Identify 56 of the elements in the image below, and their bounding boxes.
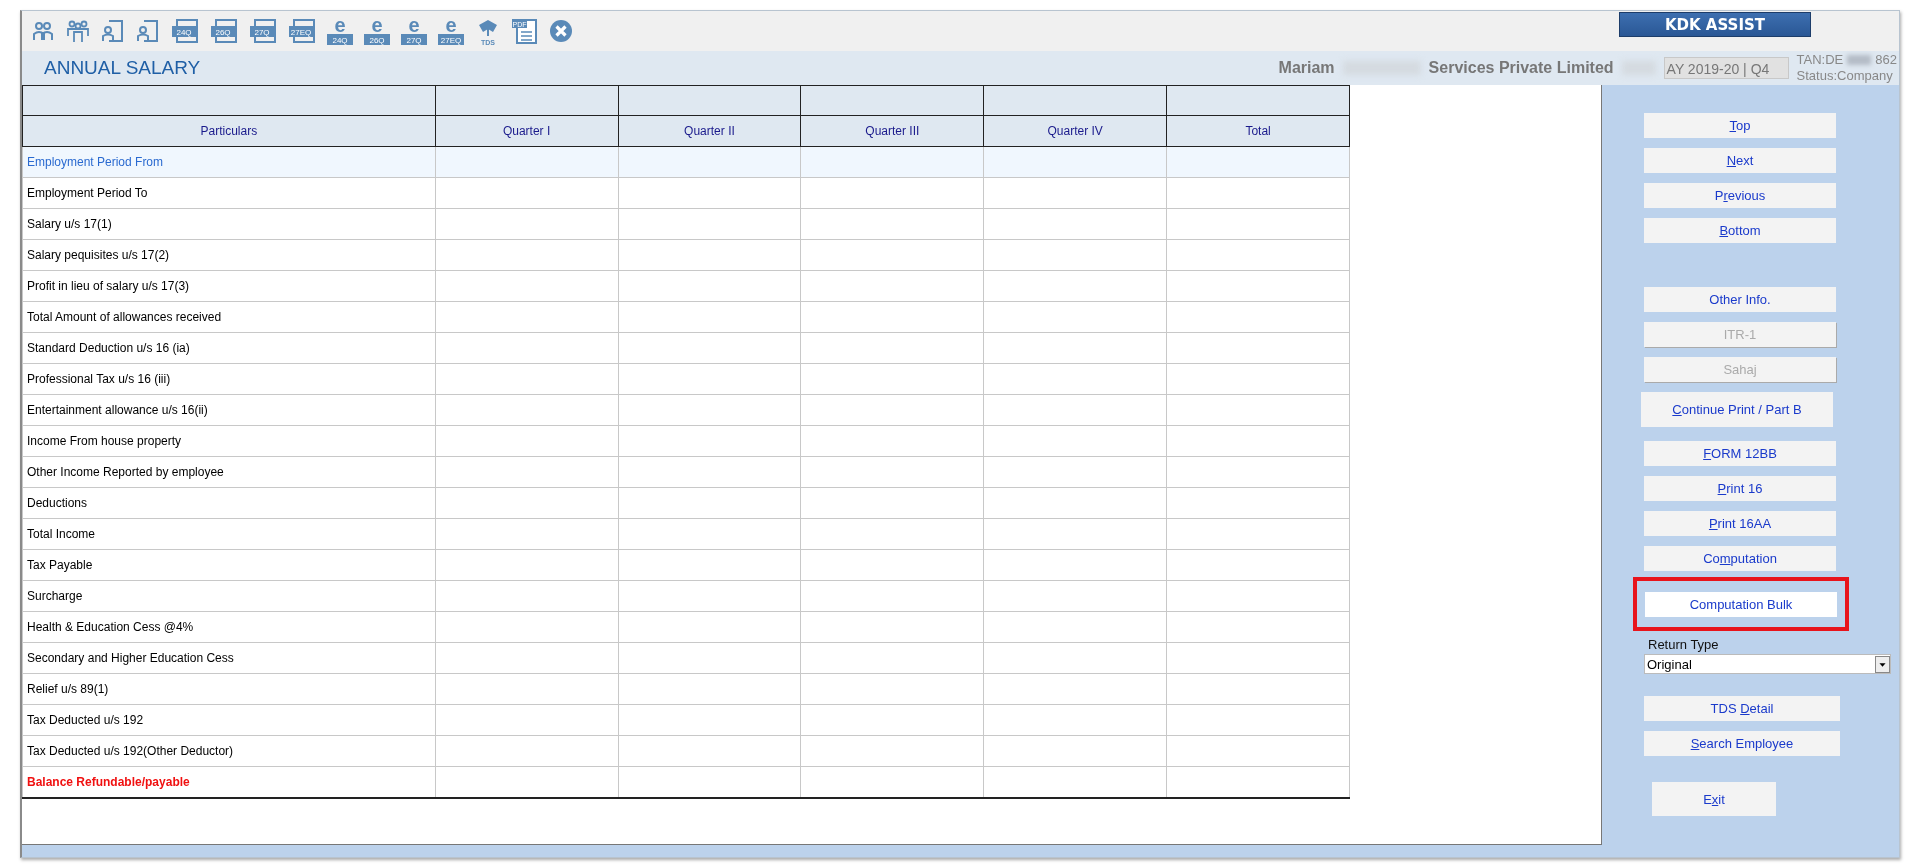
group-icon[interactable] [65,18,91,44]
action-button[interactable]: Top [1644,113,1836,138]
page-title: ANNUAL SALARY [44,57,201,79]
row-label[interactable]: Professional Tax u/s 16 (iii) [22,363,436,395]
tan-label: TAN:DE [1796,52,1844,68]
row-label[interactable]: Salary u/s 17(1) [22,208,436,240]
action-button[interactable]: Computation [1644,546,1836,571]
action-button[interactable]: Exit [1652,782,1776,816]
user-form-icon[interactable] [135,18,161,44]
row-label[interactable]: Tax Deducted u/s 192 [22,704,436,736]
row-label[interactable]: Relief u/s 89(1) [22,673,436,705]
column-header[interactable]: Quarter III [800,115,984,147]
action-button[interactable]: Previous [1644,183,1836,208]
row-label[interactable]: Other Income Reported by employee [22,456,436,488]
company-name: Mariam [1278,59,1335,77]
action-button[interactable]: Continue Print / Part B [1641,392,1833,427]
action-button[interactable]: Search Employee [1644,731,1840,756]
tan-value: 862 [1875,52,1897,68]
row-label[interactable]: Surcharge [22,580,436,612]
assist-button[interactable]: KDK ASSIST [1619,12,1811,37]
action-button[interactable]: Next [1644,148,1836,173]
row-label[interactable]: Profit in lieu of salary u/s 17(3) [22,270,436,302]
action-button[interactable]: Bottom [1644,218,1836,243]
row-label[interactable]: Employment Period To [22,177,436,209]
return-type-dropdown[interactable]: Original [1644,654,1891,674]
row-label[interactable]: Tax Payable [22,549,436,581]
action-button[interactable]: Other Info. [1644,287,1836,312]
row-label[interactable]: Salary pequisites u/s 17(2) [22,239,436,271]
row-label[interactable]: Total Income [22,518,436,550]
column-header[interactable]: Quarter I [435,115,619,147]
row-label[interactable]: Balance Refundable/payable [22,766,436,798]
row-label[interactable]: Tax Deducted u/s 192(Other Deductor) [22,735,436,767]
status-label: Status:Company [1796,68,1894,84]
row-label[interactable]: Entertainment allowance u/s 16(ii) [22,394,436,426]
column-header[interactable]: Quarter IV [983,115,1167,147]
action-button[interactable]: Print 16AA [1644,511,1836,536]
row-label[interactable]: Standard Deduction u/s 16 (ia) [22,332,436,364]
redacted-text [1847,55,1872,65]
action-button[interactable]: Computation Bulk [1645,592,1837,617]
return-type-label: Return Type [1647,637,1720,652]
close-icon[interactable] [548,18,574,44]
user-form-icon[interactable] [100,18,126,44]
action-button[interactable]: FORM 12BB [1644,441,1836,466]
column-header[interactable]: Quarter II [618,115,801,147]
row-label[interactable]: Employment Period From [22,146,436,178]
row-label[interactable]: Income From house property [22,425,436,457]
row-label[interactable]: Deductions [22,487,436,519]
action-button[interactable]: Print 16 [1644,476,1836,501]
column-header[interactable]: Total [1166,115,1350,147]
row-label[interactable]: Secondary and Higher Education Cess [22,642,436,674]
company-name: Services Private Limited [1428,59,1614,77]
row-label[interactable]: Health & Education Cess @4% [22,611,436,643]
action-button[interactable]: TDS Detail [1644,696,1840,721]
row-label[interactable]: Total Amount of allowances received [22,301,436,333]
period-field: AY 2019-20 | Q4 [1663,57,1789,79]
column-header[interactable]: Particulars [22,115,436,147]
